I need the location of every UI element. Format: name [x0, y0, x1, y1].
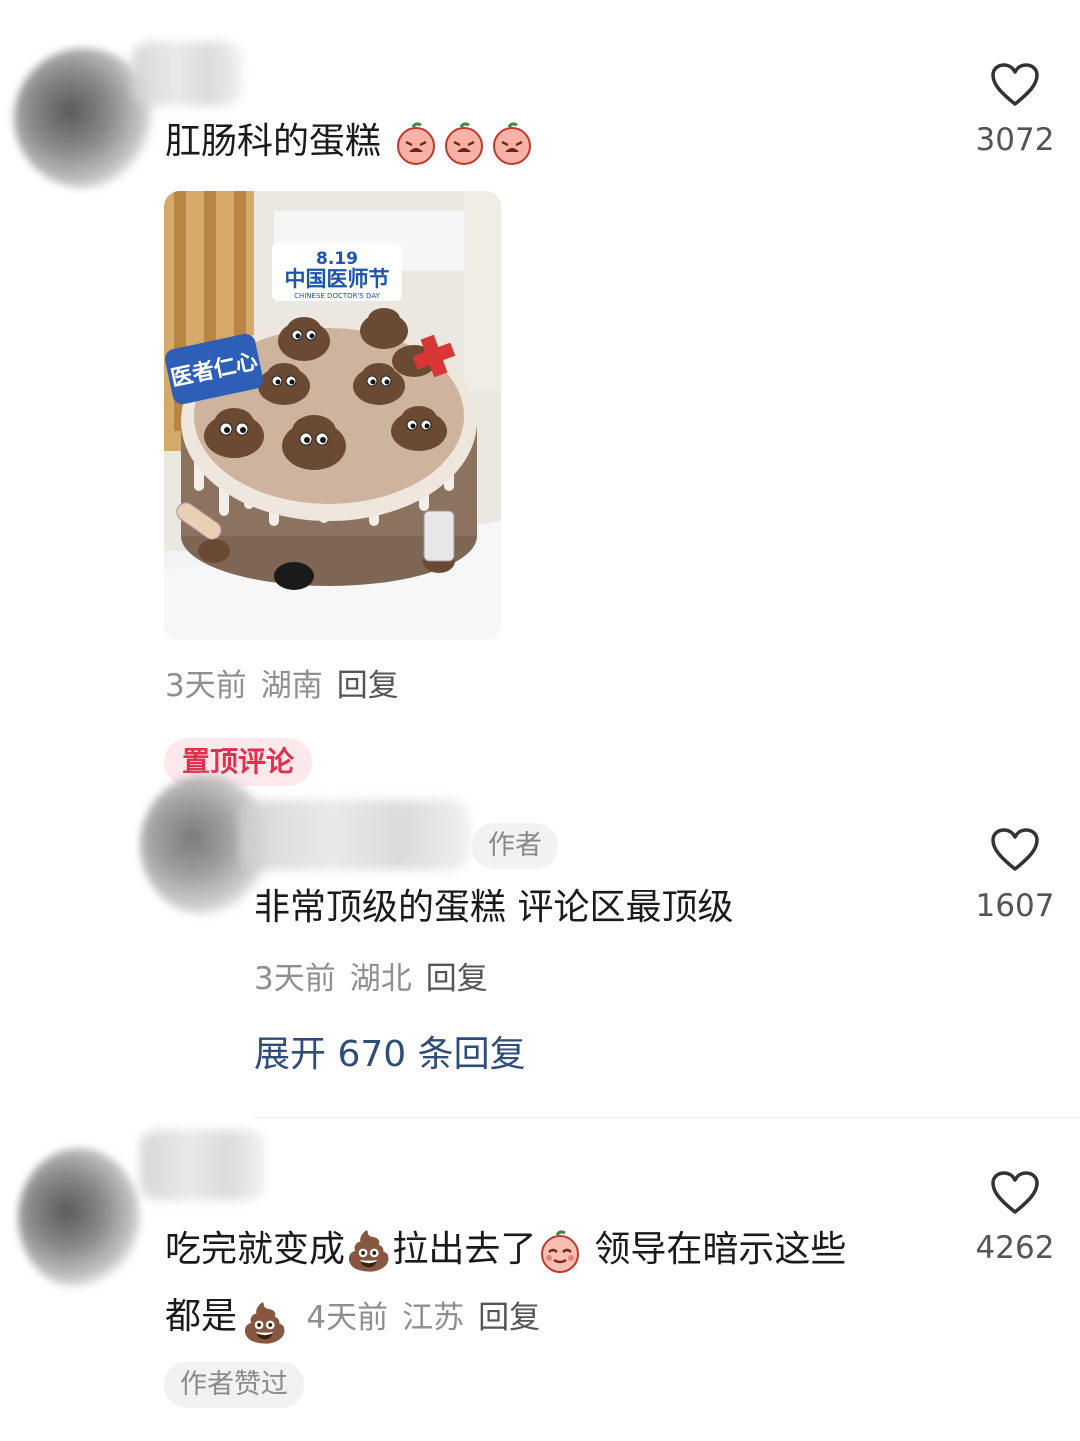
smirk-face-icon	[541, 1230, 580, 1273]
heart-icon	[991, 63, 1039, 106]
banner-date: 8.19	[316, 249, 358, 269]
crying-face-icon	[397, 122, 436, 165]
like-count: 3072	[975, 122, 1055, 158]
crying-face-icon	[493, 122, 532, 165]
comment-line2: 都是 💩 4天前 江苏 回复	[165, 1292, 554, 1346]
comment-body-part2: 拉出去了	[392, 1229, 537, 1270]
comment-location: 江苏	[402, 1300, 465, 1336]
expand-replies-button[interactable]: 展开 670 条回复	[254, 1025, 526, 1077]
cake-photo: 8.19 中国医师节 CHINESE DOCTOR'S DAY 医者仁心	[164, 191, 501, 640]
heart-icon	[991, 1171, 1039, 1214]
banner-title: 中国医师节	[285, 267, 390, 291]
like-count: 1607	[975, 888, 1055, 924]
comment-body: 非常顶级的蛋糕 评论区最顶级	[254, 887, 734, 928]
reply-button[interactable]: 回复	[337, 668, 399, 704]
comment-body-part3: 领导在暗示这些	[594, 1229, 847, 1270]
comment-time: 3天前	[254, 961, 336, 997]
like-button[interactable]	[990, 62, 1040, 108]
comment-text: 吃完就变成💩拉出去了 领导在暗示这些	[165, 1228, 846, 1274]
divider	[254, 1117, 1080, 1118]
comment-meta: 3天前 湖北 回复	[254, 953, 502, 998]
like-button[interactable]	[990, 827, 1040, 873]
username-blurred[interactable]	[240, 800, 470, 870]
comment-body: 肛肠科的蛋糕	[165, 121, 382, 162]
comment-body-part1: 吃完就变成	[165, 1229, 346, 1270]
heart-icon	[991, 828, 1039, 871]
comment-image[interactable]: 8.19 中国医师节 CHINESE DOCTOR'S DAY 医者仁心	[164, 191, 501, 640]
username-blurred[interactable]	[140, 1130, 265, 1200]
poop-emoji-icon: 💩	[241, 1301, 289, 1345]
author-liked-badge: 作者赞过	[164, 1362, 304, 1408]
comment-time: 4天前	[306, 1300, 389, 1336]
reply-button[interactable]: 回复	[478, 1300, 540, 1336]
crying-face-icon	[445, 122, 484, 165]
comment-location: 湖北	[349, 961, 412, 997]
poop-emoji-icon: 💩	[345, 1229, 393, 1273]
comment-time: 3天前	[165, 668, 247, 704]
comment-location: 湖南	[260, 668, 323, 704]
banner-sub: CHINESE DOCTOR'S DAY	[294, 292, 381, 300]
avatar[interactable]	[18, 1148, 140, 1288]
comment-meta: 3天前 湖南 回复	[165, 660, 413, 705]
username-blurred[interactable]	[132, 42, 242, 106]
author-badge: 作者	[472, 823, 558, 869]
like-count: 4262	[975, 1230, 1055, 1266]
reply-button[interactable]: 回复	[426, 961, 488, 997]
comment-text: 肛肠科的蛋糕	[165, 120, 536, 166]
comment-body-line2: 都是	[165, 1296, 238, 1337]
like-button[interactable]	[990, 1170, 1040, 1216]
